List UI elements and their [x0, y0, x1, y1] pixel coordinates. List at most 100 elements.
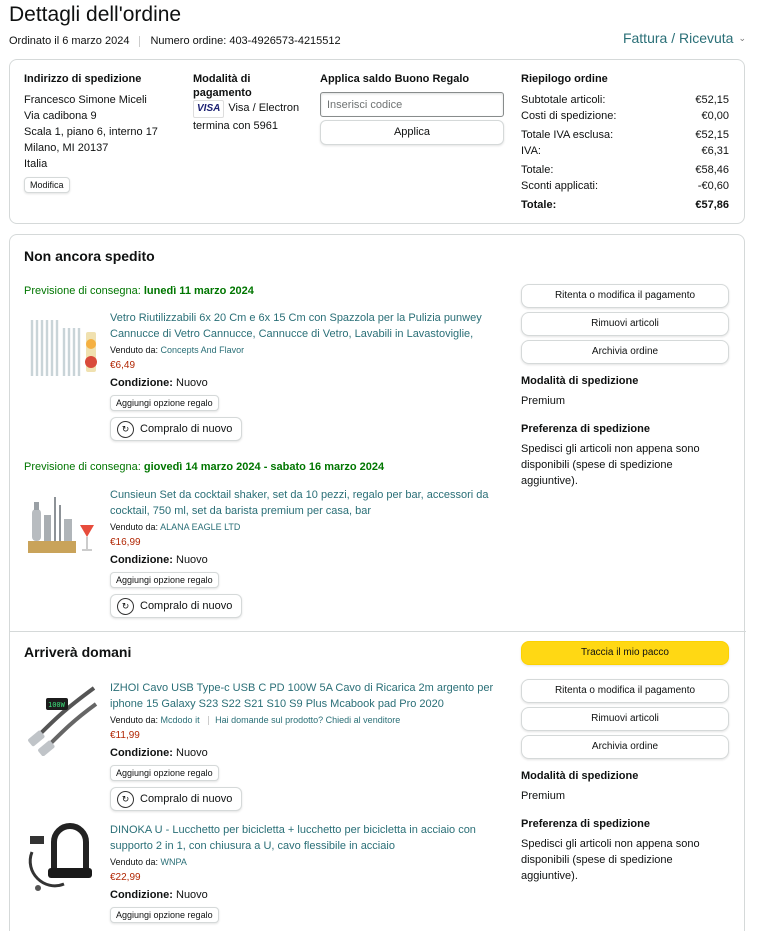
shipment-divider	[10, 631, 746, 632]
item-title-link[interactable]: IZHOI Cavo USB Type-c USB C PD 100W 5A C…	[110, 680, 504, 712]
edit-address-button[interactable]: Modifica	[24, 177, 70, 193]
delivery-prefix: Previsione di consegna:	[24, 285, 144, 297]
summary-label: Subtotale articoli:	[521, 94, 606, 106]
seller-link[interactable]: Mcdodo it	[161, 715, 200, 725]
address-line: Milano, MI 20137	[24, 142, 109, 154]
grand-total-value: €57,86	[695, 199, 729, 211]
meta-divider	[139, 35, 141, 47]
track-package-button[interactable]: Traccia il mio pacco	[521, 641, 729, 665]
shipments-card: Non ancora spedito Previsione di consegn…	[9, 234, 746, 931]
item-seller: Venduto da: WNPA	[110, 855, 504, 869]
ask-seller-link[interactable]: Hai domande sul prodotto? Chiedi al vend…	[215, 715, 400, 725]
address-line: Scala 1, piano 6, interno 17	[24, 126, 158, 138]
item-title-link[interactable]: Vetro Riutilizzabili 6x 20 Cm e 6x 15 Cm…	[110, 310, 504, 342]
item-seller: Venduto da: Concepts And Flavor	[110, 343, 504, 357]
archive-order-button[interactable]: Archivia ordine	[521, 735, 729, 759]
delivery-date: giovedì 14 marzo 2024 - sabato 16 marzo …	[143, 461, 385, 473]
straws-product-image[interactable]	[24, 310, 100, 386]
item-price: €22,99	[110, 872, 141, 883]
shipment-status-title: Non ancora spedito	[24, 248, 155, 264]
buy-again-button[interactable]: ↻ Compralo di nuovo	[110, 417, 242, 441]
buy-again-button[interactable]: ↻ Compralo di nuovo	[110, 787, 242, 811]
shipment-status-title: Arriverà domani	[24, 644, 132, 660]
add-gift-option-button[interactable]: Aggiungi opzione regalo	[110, 765, 219, 781]
item-title-link[interactable]: DINOKA U - Lucchetto per bicicletta + lu…	[110, 822, 504, 854]
order-item: Cunsieun Set da cocktail shaker, set da …	[24, 487, 504, 618]
item-condition: Condizione: Nuovo	[110, 552, 504, 568]
payment-heading: Modalità di pagamento	[193, 72, 313, 100]
summary-row: Sconti applicati: -€0,60	[521, 178, 729, 194]
add-gift-option-button[interactable]: Aggiungi opzione regalo	[110, 395, 219, 411]
condition-value: Nuovo	[176, 377, 208, 389]
condition-label: Condizione:	[110, 889, 173, 901]
summary-value: €0,00	[701, 110, 729, 122]
delivery-estimate: Previsione di consegna: lunedì 11 marzo …	[24, 285, 254, 297]
shipping-preference-text: Spedisci gli articoli non appena sono di…	[521, 838, 700, 882]
shipment-2-actions: Traccia il mio pacco Ritenta o modifica …	[521, 641, 729, 884]
condition-value: Nuovo	[176, 747, 208, 759]
address-line: Francesco Simone Miceli	[24, 94, 147, 106]
item-condition: Condizione: Nuovo	[110, 745, 504, 761]
add-gift-option-button[interactable]: Aggiungi opzione regalo	[110, 907, 219, 923]
payment-method: Modalità di pagamento VISA Visa / Electro…	[193, 72, 313, 134]
order-summary-card: Indirizzo di spedizione Francesco Simone…	[9, 59, 745, 224]
invoice-link[interactable]: Fattura / Ricevuta ⌄	[623, 30, 746, 46]
seller-prefix: Venduto da:	[110, 715, 161, 725]
cocktail-set-product-image[interactable]	[24, 487, 100, 563]
archive-order-button[interactable]: Archivia ordine	[521, 340, 729, 364]
invoice-link-label[interactable]: Fattura / Ricevuta	[623, 30, 734, 46]
shipping-mode-heading: Modalità di spedizione	[521, 375, 639, 387]
seller-link[interactable]: WNPA	[161, 857, 187, 867]
grand-total-row: Totale: €57,86	[521, 197, 729, 213]
summary-label: IVA:	[521, 145, 541, 157]
shipment-1-actions: Ritenta o modifica il pagamento Rimuovi …	[521, 284, 729, 489]
summary-label: Totale:	[521, 164, 554, 176]
payment-heading-line: Modalità di	[193, 73, 251, 85]
order-item: 100W IZHOI Cavo USB Type-c USB C PD 100W…	[24, 680, 504, 811]
condition-value: Nuovo	[176, 889, 208, 901]
bike-lock-product-image[interactable]	[24, 822, 100, 898]
seller-prefix: Venduto da:	[110, 345, 161, 355]
add-gift-option-button[interactable]: Aggiungi opzione regalo	[110, 572, 219, 588]
summary-label: Sconti applicati:	[521, 180, 599, 192]
condition-label: Condizione:	[110, 554, 173, 566]
order-number: Numero ordine: 403-4926573-4215512	[150, 35, 341, 47]
summary-label: Totale:	[521, 199, 557, 211]
seller-link[interactable]: ALANA EAGLE LTD	[160, 522, 240, 532]
usb-cable-product-image[interactable]: 100W	[24, 680, 100, 756]
delivery-date: lunedì 11 marzo 2024	[143, 285, 254, 297]
shipping-preference-heading: Preferenza di spedizione	[521, 818, 650, 830]
item-seller: Venduto da: Mcdodo it Hai domande sul pr…	[110, 713, 504, 727]
remove-items-button[interactable]: Rimuovi articoli	[521, 312, 729, 336]
apply-button[interactable]: Applica	[320, 120, 504, 145]
gift-card-section: Applica saldo Buono Regalo Applica	[320, 72, 510, 145]
address-line: Via cadibona 9	[24, 110, 97, 122]
retry-payment-button[interactable]: Ritenta o modifica il pagamento	[521, 679, 729, 703]
delivery-estimate: Previsione di consegna: giovedì 14 marzo…	[24, 461, 384, 473]
summary-value: €58,46	[695, 164, 729, 176]
summary-row: Totale: €58,46	[521, 162, 729, 178]
seller-divider	[208, 716, 210, 726]
seller-prefix: Venduto da:	[110, 857, 161, 867]
shipping-address-heading: Indirizzo di spedizione	[24, 73, 142, 85]
rebuy-icon: ↻	[117, 420, 134, 438]
summary-value: €52,15	[695, 129, 729, 141]
buy-again-label: Compralo di nuovo	[140, 423, 233, 435]
summary-row: IVA: €6,31	[521, 143, 729, 159]
item-price: €6,49	[110, 360, 136, 371]
summary-label: Totale IVA esclusa:	[521, 129, 614, 141]
item-price: €11,99	[110, 730, 140, 741]
retry-payment-button[interactable]: Ritenta o modifica il pagamento	[521, 284, 729, 308]
item-price: €16,99	[110, 537, 141, 548]
svg-text:100W: 100W	[48, 701, 66, 709]
shipping-mode-heading: Modalità di spedizione	[521, 770, 639, 782]
item-condition: Condizione: Nuovo	[110, 887, 504, 903]
gift-code-input[interactable]	[320, 92, 504, 117]
delivery-prefix: Previsione di consegna:	[24, 461, 144, 473]
order-date: Ordinato il 6 marzo 2024	[9, 35, 130, 47]
buy-again-button[interactable]: ↻ Compralo di nuovo	[110, 594, 242, 618]
seller-link[interactable]: Concepts And Flavor	[161, 345, 245, 355]
order-totals: Riepilogo ordine Subtotale articoli: €52,…	[521, 72, 731, 213]
remove-items-button[interactable]: Rimuovi articoli	[521, 707, 729, 731]
item-title-link[interactable]: Cunsieun Set da cocktail shaker, set da …	[110, 487, 504, 519]
